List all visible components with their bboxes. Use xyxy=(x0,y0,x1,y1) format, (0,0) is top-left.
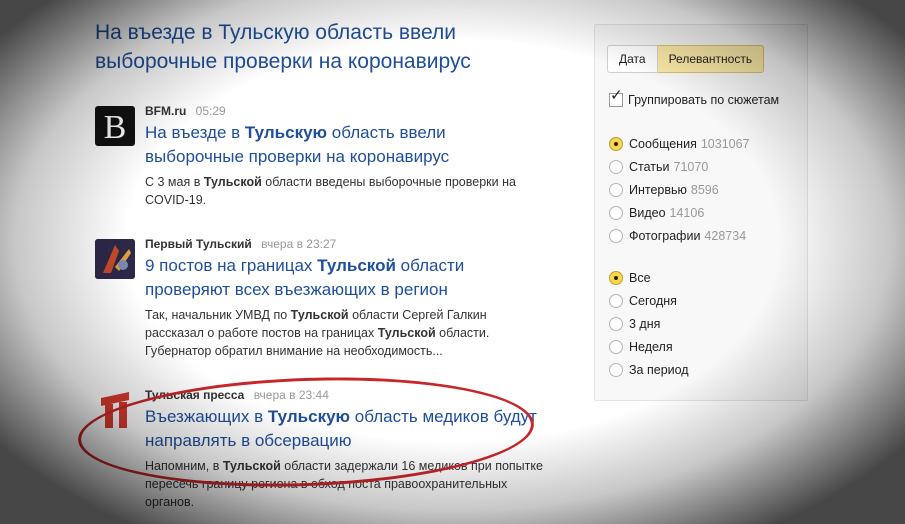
news-snippet: Напомним, в Тульской области задержали 1… xyxy=(145,459,543,509)
content-type-radio-group: Сообщения 1031067 Статьи 71070 Интервью … xyxy=(609,132,750,247)
radio-button[interactable] xyxy=(609,316,623,331)
content-type-option[interactable]: Фотографии 428734 xyxy=(609,224,750,247)
content-type-option[interactable]: Видео 14106 xyxy=(609,201,750,224)
news-source[interactable]: Первый Тульский xyxy=(145,237,252,251)
radio-button[interactable] xyxy=(609,339,623,354)
option-count: 1031067 xyxy=(700,136,750,151)
news-time: вчера в 23:27 xyxy=(261,237,337,251)
news-time: вчера в 23:44 xyxy=(253,388,329,402)
radio-button[interactable] xyxy=(609,270,623,285)
option-label: Сегодня xyxy=(629,293,677,308)
option-label: Интервью xyxy=(629,182,687,197)
radio-button[interactable] xyxy=(609,159,623,174)
news-headline[interactable]: 9 постов на границах Тульской области пр… xyxy=(145,254,545,302)
period-radio-group: Все Сегодня 3 дня Неделя За период xyxy=(609,266,689,381)
radio-button[interactable] xyxy=(609,228,623,243)
sort-switch: Дата Релевантность xyxy=(607,45,765,73)
period-option[interactable]: Неделя xyxy=(609,335,689,358)
checkbox-icon[interactable]: ✓ xyxy=(609,88,623,107)
group-by-stories-checkbox[interactable]: ✓ Группировать по сюжетам xyxy=(609,88,780,107)
content-type-option[interactable]: Интервью 8596 xyxy=(609,178,750,201)
option-label: Статьи xyxy=(629,159,670,174)
period-option[interactable]: Все xyxy=(609,266,689,289)
radio-button[interactable] xyxy=(609,136,623,151)
news-headline[interactable]: На въезде в Тульскую область ввели выбор… xyxy=(145,121,545,169)
period-option[interactable]: Сегодня xyxy=(609,289,689,312)
option-count: 71070 xyxy=(673,159,709,174)
option-count: 428734 xyxy=(704,228,747,243)
option-count: 14106 xyxy=(669,205,705,220)
pervy-tulsky-logo[interactable] xyxy=(95,239,135,279)
sort-by-date-button[interactable]: Дата xyxy=(607,45,658,73)
bfm-logo[interactable]: B xyxy=(95,106,135,146)
option-label: Сообщения xyxy=(629,136,697,151)
page-title: На въезде в Тульскую область ввели выбор… xyxy=(95,21,471,73)
news-headline[interactable]: Въезжающих в Тульскую область медиков бу… xyxy=(145,405,545,453)
tulskaya-pressa-logo[interactable] xyxy=(95,390,135,430)
sort-by-relevance-button[interactable]: Релевантность xyxy=(657,45,765,73)
option-label: Видео xyxy=(629,205,666,220)
radio-button[interactable] xyxy=(609,205,623,220)
radio-button[interactable] xyxy=(609,293,623,308)
option-label: 3 дня xyxy=(629,316,661,331)
svg-text:B: B xyxy=(104,109,127,146)
option-count: 8596 xyxy=(690,182,719,197)
news-source[interactable]: BFM.ru xyxy=(145,104,186,118)
filter-panel: Дата Релевантность ✓ Группировать по сюж… xyxy=(594,24,808,401)
radio-button[interactable] xyxy=(609,362,623,377)
group-by-stories-label: Группировать по сюжетам xyxy=(628,93,780,107)
period-option[interactable]: За период xyxy=(609,358,689,381)
content-type-option[interactable]: Сообщения 1031067 xyxy=(609,132,750,155)
news-source[interactable]: Тульская пресса xyxy=(145,388,244,402)
content-type-option[interactable]: Статьи 71070 xyxy=(609,155,750,178)
news-time: 05:29 xyxy=(195,104,226,118)
option-label: Фотографии xyxy=(629,228,701,243)
news-snippet: С 3 мая в Тульской области введены выбор… xyxy=(145,175,516,207)
option-label: Все xyxy=(629,270,651,285)
option-label: За период xyxy=(629,362,689,377)
radio-button[interactable] xyxy=(609,182,623,197)
option-label: Неделя xyxy=(629,339,673,354)
period-option[interactable]: 3 дня xyxy=(609,312,689,335)
news-snippet: Так, начальник УМВД по Тульской области … xyxy=(145,308,490,358)
